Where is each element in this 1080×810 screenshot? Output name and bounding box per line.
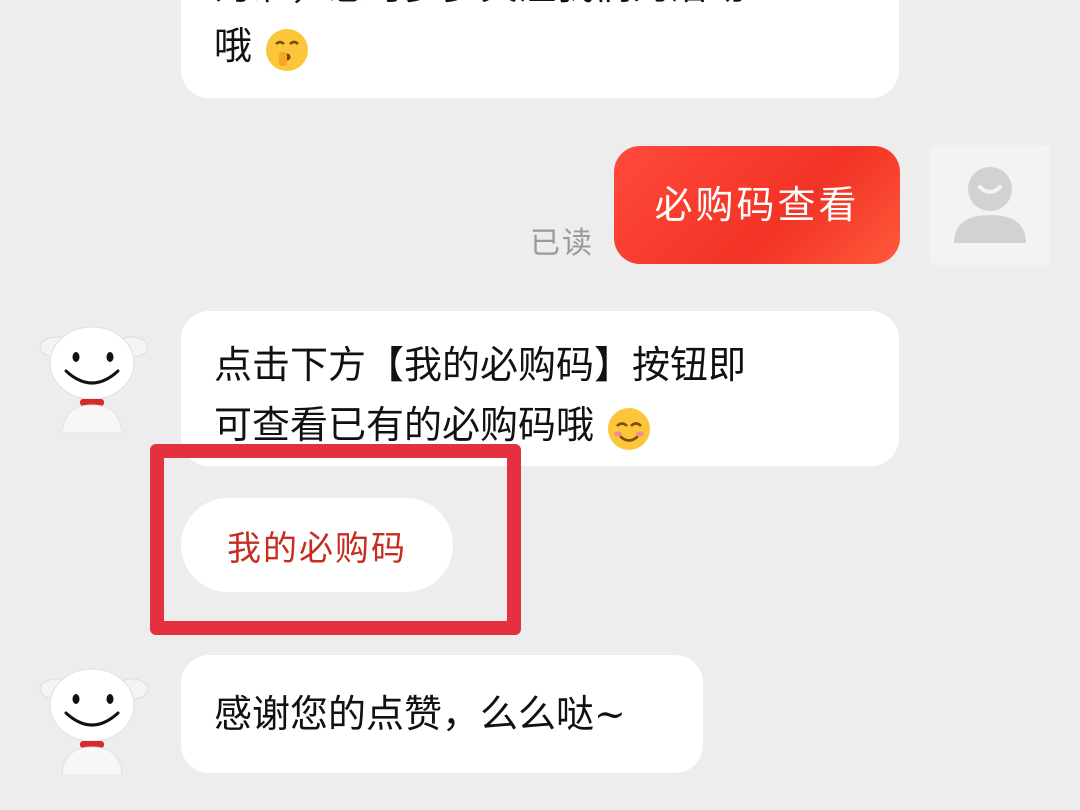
message-bubble-incoming: 感谢您的点赞，么么哒~: [181, 655, 703, 773]
message-text-line: 点击下方【我的必购码】按钮即: [214, 343, 747, 387]
user-avatar-silhouette: [954, 167, 1026, 243]
my-purchase-code-button[interactable]: 我的必购码: [181, 498, 453, 592]
shushing-face-icon: [266, 28, 309, 71]
jd-dog-mascot-icon[interactable]: [28, 313, 149, 434]
read-status: 已读: [530, 226, 594, 261]
message-text: 哦: [214, 24, 253, 68]
message-text: 感谢您的点赞，么么哒~: [214, 692, 626, 736]
mascot-drawing: [39, 326, 149, 434]
user-avatar-icon[interactable]: [930, 145, 1050, 265]
smiling-face-icon: [608, 407, 651, 450]
message-bubble-previous: 为准，您可多多关注我们的活动 哦: [181, 0, 899, 98]
message-text: 可查看已有的必购码哦: [214, 403, 595, 447]
message-bubble-incoming: 点击下方【我的必购码】按钮即 可查看已有的必购码哦: [181, 311, 899, 466]
message-bubble-outgoing[interactable]: 必购码查看: [614, 146, 900, 264]
message-text-line: 哦: [214, 16, 310, 76]
jd-dog-mascot-icon[interactable]: [28, 655, 149, 776]
mascot-drawing: [39, 668, 149, 776]
message-text-line: 为准，您可多多关注我们的活动: [214, 0, 746, 16]
